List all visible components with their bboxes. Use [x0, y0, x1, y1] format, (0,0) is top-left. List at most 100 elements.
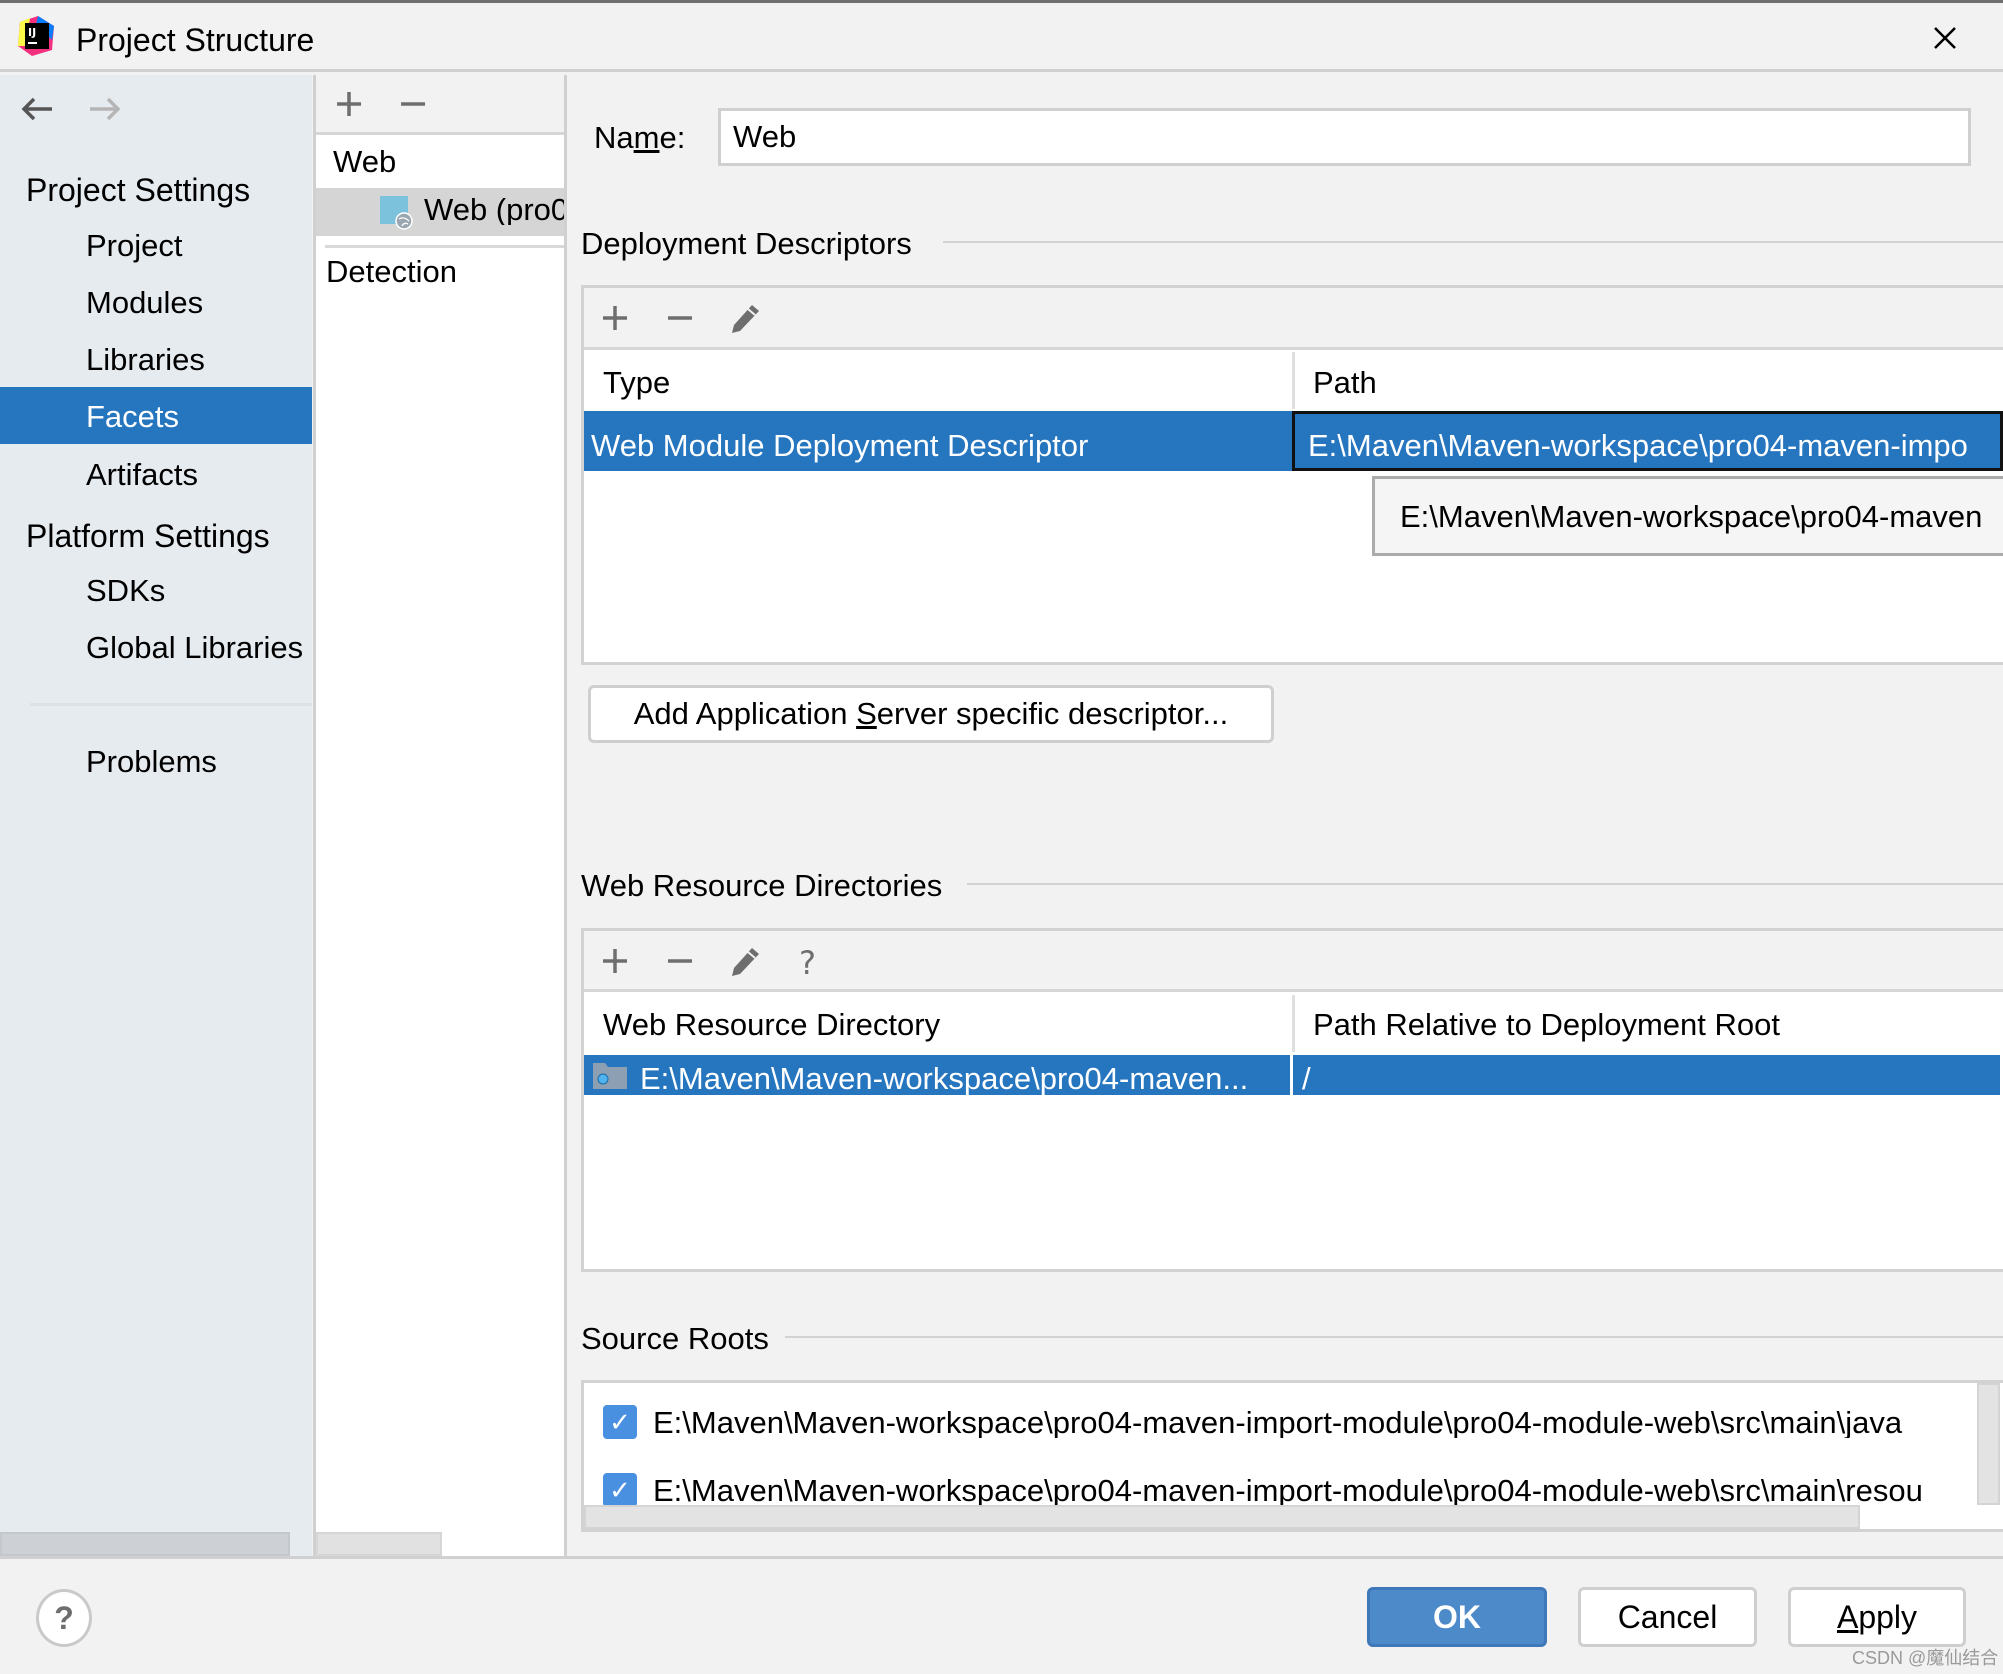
- descriptors-toolbar: [584, 288, 2003, 350]
- descriptor-path-cell[interactable]: E:\Maven\Maven-workspace\pro04-maven-imp…: [1292, 411, 2003, 471]
- web-folder-icon: [592, 1060, 628, 1090]
- cell-divider: [1290, 1055, 1293, 1095]
- tree-horizontal-scrollbar[interactable]: [316, 1532, 442, 1556]
- deployment-descriptors-title: Deployment Descriptors: [581, 226, 912, 261]
- footer-separator: [0, 1556, 2003, 1559]
- minus-icon: [668, 316, 692, 320]
- group-divider: [785, 1336, 2003, 1338]
- edit-descriptor-button[interactable]: [728, 301, 762, 335]
- remove-web-resource-button[interactable]: [663, 944, 697, 978]
- column-header-web-resource-directory[interactable]: Web Resource Directory: [603, 1007, 940, 1043]
- detection-item[interactable]: Detection: [326, 256, 457, 287]
- add-descriptor-button[interactable]: [598, 301, 632, 335]
- web-resource-toolbar: ?: [584, 931, 2003, 992]
- column-header-type[interactable]: Type: [603, 365, 670, 401]
- column-divider[interactable]: [1292, 995, 1295, 1052]
- cancel-button[interactable]: Cancel: [1578, 1587, 1757, 1647]
- arrow-left-icon: [21, 97, 52, 121]
- remove-facet-button[interactable]: [396, 87, 430, 121]
- column-divider[interactable]: [1292, 352, 1295, 409]
- source-roots-horizontal-scrollbar[interactable]: [584, 1505, 1860, 1529]
- svg-text:?: ?: [799, 944, 816, 978]
- plus-icon: [337, 92, 361, 116]
- sidebar-item-label: Project: [86, 228, 183, 263]
- name-label: Name:: [594, 122, 685, 153]
- arrow-right-icon: [90, 97, 121, 121]
- plus-icon: [603, 306, 627, 330]
- plus-icon: [603, 949, 627, 973]
- sidebar-horizontal-scrollbar[interactable]: [0, 1532, 290, 1556]
- name-label-pre: Na: [594, 120, 634, 155]
- name-label-mnemonic: m: [633, 120, 660, 155]
- sidebar: Project Settings Project Modules Librari…: [0, 75, 312, 1558]
- path-tooltip: E:\Maven\Maven-workspace\pro04-maven: [1372, 476, 2003, 556]
- apply-label-rest: pply: [1858, 1599, 1918, 1635]
- descriptor-type-cell: Web Module Deployment Descriptor: [591, 428, 1089, 463]
- sidebar-item-label: SDKs: [86, 573, 166, 608]
- button-label-mnemonic: S: [856, 696, 877, 731]
- facets-toolbar: [316, 75, 564, 135]
- sidebar-item-label: Global Libraries: [86, 630, 304, 665]
- add-web-resource-button[interactable]: [598, 944, 632, 978]
- forward-button[interactable]: [84, 92, 124, 126]
- tree-separator: [325, 245, 564, 248]
- web-resource-directories-title: Web Resource Directories: [581, 868, 943, 903]
- minus-icon: [401, 102, 425, 106]
- project-settings-header: Project Settings: [26, 172, 251, 208]
- intellij-logo-icon: IJ: [18, 16, 56, 56]
- descriptor-path-text: E:\Maven\Maven-workspace\pro04-maven-imp…: [1308, 428, 1968, 463]
- add-app-server-descriptor-button[interactable]: Add Application Server specific descript…: [588, 685, 1274, 743]
- source-roots-vertical-scrollbar[interactable]: [1977, 1383, 2000, 1505]
- help-button[interactable]: ?: [36, 1589, 92, 1647]
- question-icon: ?: [54, 1600, 74, 1636]
- group-divider: [943, 241, 2003, 243]
- relative-path-cell: /: [1302, 1061, 1311, 1096]
- help-web-resource-button[interactable]: ?: [791, 944, 825, 982]
- svg-text:IJ: IJ: [28, 26, 36, 39]
- sidebar-item-label: Libraries: [86, 342, 205, 377]
- web-facet-icon: [380, 196, 414, 230]
- column-header-relative-path[interactable]: Path Relative to Deployment Root: [1313, 1007, 1780, 1043]
- source-root-path: E:\Maven\Maven-workspace\pro04-maven-imp…: [653, 1475, 1923, 1505]
- pencil-icon: [732, 305, 759, 333]
- remove-descriptor-button[interactable]: [663, 301, 697, 335]
- button-label-pre: Add Application: [633, 696, 857, 731]
- close-icon: [1934, 27, 1956, 49]
- facet-group-web[interactable]: Web: [333, 146, 396, 177]
- sidebar-item-label: Modules: [86, 285, 204, 320]
- column-header-path[interactable]: Path: [1313, 365, 1377, 401]
- source-root-checkbox[interactable]: ✓: [603, 1473, 637, 1507]
- sidebar-item-facets[interactable]: Facets: [0, 387, 312, 444]
- watermark: CSDN @魔仙结合: [1852, 1648, 1999, 1668]
- sidebar-item-global-libraries[interactable]: Global Libraries: [0, 618, 312, 675]
- apply-mnemonic: A: [1836, 1599, 1859, 1635]
- sidebar-item-problems[interactable]: Problems: [0, 732, 312, 789]
- add-facet-button[interactable]: [332, 87, 366, 121]
- back-button[interactable]: [18, 92, 58, 126]
- minus-icon: [668, 959, 692, 963]
- sidebar-item-label: Artifacts: [86, 457, 198, 492]
- facets-tree-panel: [313, 75, 567, 1558]
- close-button[interactable]: [1925, 18, 1965, 58]
- source-root-checkbox[interactable]: ✓: [603, 1405, 637, 1439]
- source-root-path: E:\Maven\Maven-workspace\pro04-maven-imp…: [653, 1407, 1903, 1438]
- facet-item-label: Web (pro0: [424, 194, 564, 225]
- pencil-icon: [732, 948, 759, 976]
- sidebar-item-libraries[interactable]: Libraries: [0, 330, 312, 387]
- sidebar-item-label: Problems: [86, 744, 217, 779]
- ok-button[interactable]: OK: [1367, 1587, 1547, 1647]
- sidebar-item-modules[interactable]: Modules: [0, 273, 312, 330]
- sidebar-separator: [30, 703, 312, 706]
- sidebar-item-artifacts[interactable]: Artifacts: [0, 445, 312, 502]
- window-title: Project Structure: [76, 22, 315, 58]
- edit-web-resource-button[interactable]: [728, 944, 762, 978]
- name-input[interactable]: [718, 108, 1971, 166]
- sidebar-item-project[interactable]: Project: [0, 216, 312, 273]
- sidebar-item-label: Facets: [86, 399, 180, 434]
- sidebar-item-sdks[interactable]: SDKs: [0, 561, 312, 618]
- platform-settings-header: Platform Settings: [26, 518, 270, 554]
- name-label-post: e:: [659, 120, 686, 155]
- path-tooltip-text: E:\Maven\Maven-workspace\pro04-maven: [1400, 499, 1983, 534]
- web-resource-directory-cell: E:\Maven\Maven-workspace\pro04-maven...: [640, 1061, 1249, 1096]
- apply-button[interactable]: Apply: [1788, 1587, 1966, 1647]
